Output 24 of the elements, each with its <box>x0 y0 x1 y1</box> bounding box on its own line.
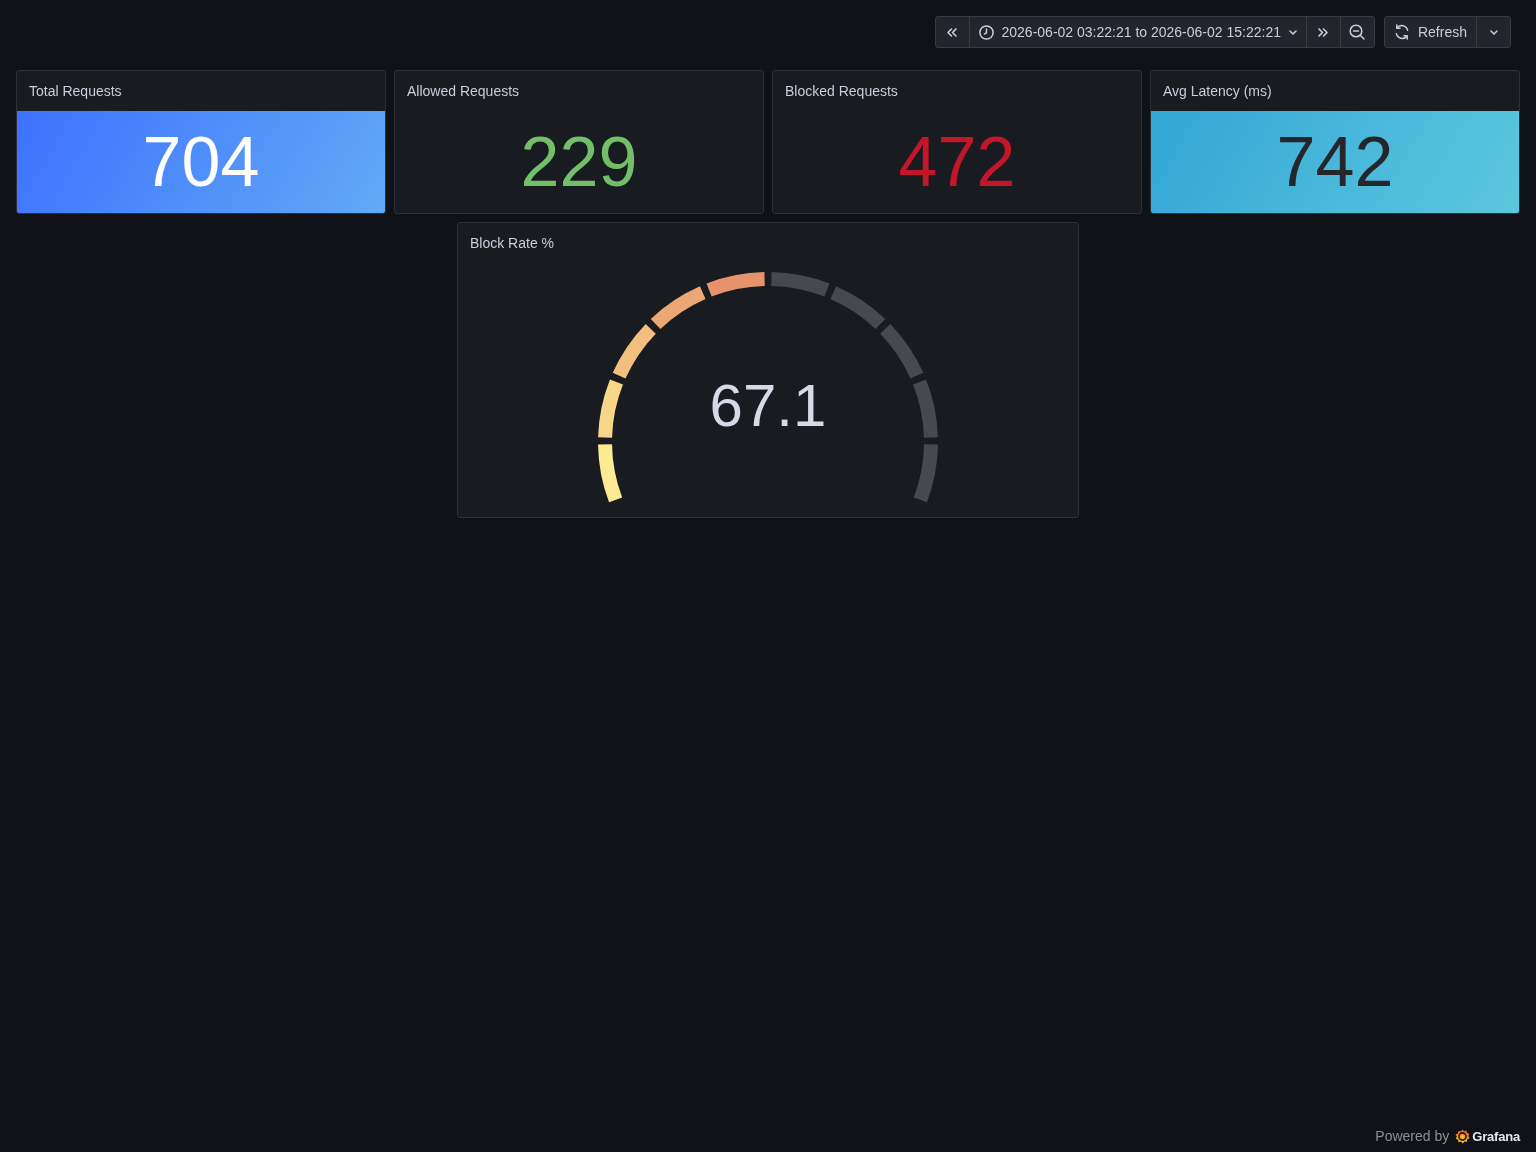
shift-back-button[interactable] <box>934 16 970 48</box>
panel-title: Blocked Requests <box>785 83 898 99</box>
time-range-button[interactable]: 2026-06-02 03:22:21 to 2026-06-02 15:22:21 <box>968 16 1307 48</box>
double-chevron-left-icon <box>947 27 957 37</box>
powered-by-link[interactable]: Powered by Grafana <box>1375 1126 1520 1146</box>
chevron-down-icon <box>1489 29 1498 35</box>
panel-title: Total Requests <box>29 83 122 99</box>
stat-value: 742 <box>1276 127 1394 197</box>
chevron-down-icon <box>1288 29 1297 35</box>
gauge-value: 67.1 <box>709 372 827 439</box>
logo-icon <box>1455 1128 1471 1144</box>
zoom-out-button[interactable] <box>1339 16 1375 48</box>
panel-title: Allowed Requests <box>407 83 520 99</box>
stat-value: 472 <box>898 127 1016 197</box>
refresh-icon <box>1393 24 1410 40</box>
panel-title: Avg Latency (ms) <box>1163 83 1272 99</box>
stat-value: 229 <box>520 127 638 197</box>
clock-icon <box>978 24 994 40</box>
refresh-button[interactable]: Refresh <box>1383 16 1477 48</box>
shift-forward-button[interactable] <box>1305 16 1341 48</box>
stat-value: 704 <box>142 127 260 197</box>
panel-title: Block Rate % <box>470 235 555 251</box>
zoom-out-icon <box>1349 24 1366 40</box>
double-chevron-right-icon <box>1318 27 1329 37</box>
